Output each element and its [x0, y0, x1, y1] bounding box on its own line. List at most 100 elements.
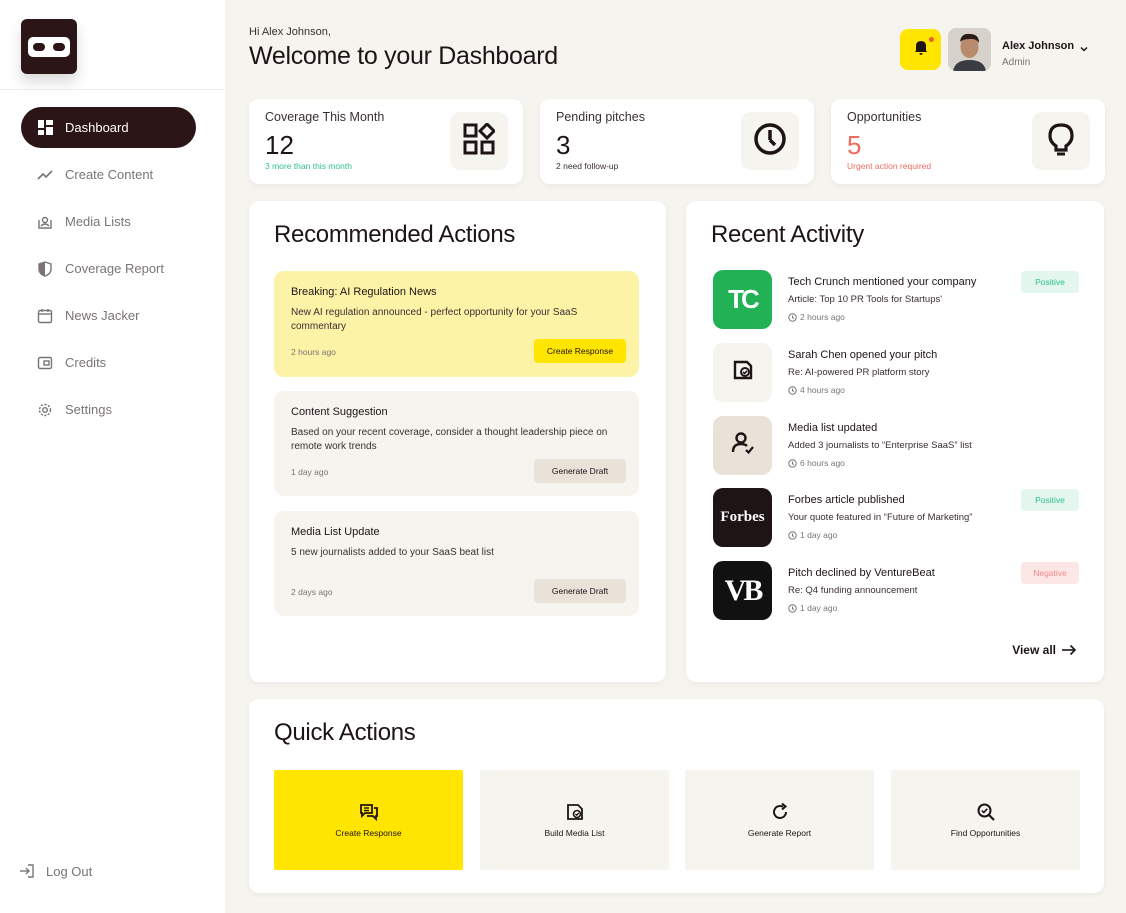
notification-dot [929, 37, 934, 42]
techcrunch-logo: TC [713, 270, 772, 329]
quick-action-generate-report[interactable]: Generate Report [685, 770, 874, 870]
app-logo[interactable] [21, 19, 77, 74]
logout-button[interactable]: Log Out [18, 862, 92, 880]
chevron-down-icon[interactable] [1078, 42, 1090, 54]
tag-check-icon [565, 802, 585, 822]
sidebar-item-coverage-report[interactable]: Coverage Report [21, 248, 196, 289]
activity-title: Pitch declined by VentureBeat [788, 567, 935, 579]
sidebar-item-create-content[interactable]: Create Content [21, 154, 196, 195]
recommended-item-desc: New AI regulation announced - perfect op… [291, 307, 578, 332]
sidebar-divider [0, 89, 225, 90]
notifications-button[interactable] [900, 29, 941, 70]
apps-grid-icon [463, 121, 497, 160]
recommended-item[interactable]: Breaking: AI Regulation News New AI regu… [274, 271, 639, 377]
stat-value: 12 [265, 130, 294, 160]
sidebar-item-label: Create Content [65, 167, 154, 182]
activity-title: Sarah Chen opened your pitch [788, 349, 938, 361]
quick-actions-panel: Quick Actions Create Response Build Medi… [249, 699, 1104, 893]
activity-time: 6 hours ago [788, 458, 845, 468]
sidebar-item-label: Settings [65, 402, 112, 417]
sidebar-item-label: Dashboard [65, 120, 129, 135]
stat-subtext: 2 need follow-up [556, 161, 619, 171]
activity-item[interactable]: Sarah Chen opened your pitch Re: AI-powe… [713, 343, 1079, 403]
user-check-icon [730, 430, 756, 461]
sidebar-item-credits[interactable]: Credits [21, 342, 196, 383]
sidebar-item-label: Coverage Report [65, 261, 164, 276]
stat-icon-box [450, 112, 508, 170]
stat-subtext: 3 more than this month [265, 161, 352, 171]
tag-check-icon [730, 357, 756, 388]
generate-draft-button[interactable]: Generate Draft [534, 459, 626, 483]
calendar-icon [37, 308, 53, 324]
logout-label: Log Out [46, 863, 93, 879]
recommended-item[interactable]: Content Suggestion Based on your recent … [274, 391, 639, 496]
stat-card-opportunities: Opportunities 5 Urgent action required [831, 99, 1105, 184]
sidebar: Dashboard Create Content Media Lists Cov… [0, 0, 225, 913]
sidebar-item-media-lists[interactable]: Media Lists [21, 201, 196, 242]
status-badge: Positive [1021, 271, 1079, 293]
stat-card-coverage: Coverage This Month 12 3 more than this … [249, 99, 523, 184]
recommended-actions-panel: Recommended Actions Breaking: AI Regulat… [249, 201, 666, 682]
stat-value: 3 [556, 130, 571, 160]
activity-desc: Your quote featured in “Future of Market… [788, 512, 973, 523]
activity-title: Media list updated [788, 422, 878, 434]
clock-icon [788, 312, 797, 322]
user-role: Admin [1002, 57, 1031, 68]
forbes-logo: Forbes [713, 488, 772, 547]
arrow-right-icon [1061, 644, 1077, 656]
stat-label: Pending pitches [556, 110, 645, 124]
quick-action-find-opportunities[interactable]: Find Opportunities [891, 770, 1080, 870]
stat-label: Coverage This Month [265, 110, 385, 124]
sidebar-nav: Dashboard Create Content Media Lists Cov… [21, 107, 196, 436]
recent-activity-panel: Recent Activity TC Tech Crunch mentioned… [686, 201, 1104, 682]
chat-icon [359, 802, 379, 822]
recommended-item[interactable]: Media List Update 5 new journalists adde… [274, 511, 639, 616]
panel-title: Recent Activity [711, 221, 864, 248]
bell-icon [912, 38, 930, 61]
page-title: Welcome to your Dashboard [249, 42, 558, 70]
quick-action-label: Create Response [335, 828, 402, 838]
stat-card-pending-pitches: Pending pitches 3 2 need follow-up [540, 99, 814, 184]
activity-desc: Re: Q4 funding announcement [788, 585, 918, 596]
quick-action-build-media-list[interactable]: Build Media List [480, 770, 669, 870]
quick-action-create-response[interactable]: Create Response [274, 770, 463, 870]
quick-action-label: Build Media List [544, 828, 605, 838]
activity-title: Tech Crunch mentioned your company [788, 276, 977, 288]
clock-icon [753, 122, 787, 161]
view-all-link[interactable]: View all [1012, 643, 1077, 657]
activity-item[interactable]: VB Pitch declined by VentureBeat Re: Q4 … [713, 561, 1079, 621]
avatar[interactable] [948, 28, 991, 71]
generate-draft-button[interactable]: Generate Draft [534, 579, 626, 603]
activity-desc: Article: Top 10 PR Tools for Startups' [788, 294, 943, 305]
activity-item[interactable]: TC Tech Crunch mentioned your company Ar… [713, 270, 1079, 330]
refresh-icon [770, 802, 790, 822]
sidebar-item-dashboard[interactable]: Dashboard [21, 107, 196, 148]
search-check-icon [976, 802, 996, 822]
activity-logo [713, 416, 772, 475]
activity-title: Forbes article published [788, 494, 905, 506]
activity-item[interactable]: Forbes Forbes article published Your quo… [713, 488, 1079, 548]
grid-icon [37, 120, 53, 136]
sidebar-item-news-jacker[interactable]: News Jacker [21, 295, 196, 336]
recommended-item-time: 1 day ago [291, 467, 329, 477]
activity-time: 1 day ago [788, 530, 837, 540]
user-name: Alex Johnson [1002, 40, 1075, 52]
stat-subtext: Urgent action required [847, 161, 932, 171]
shield-icon [37, 260, 53, 277]
trend-line-icon [37, 167, 53, 183]
sidebar-item-label: Media Lists [65, 214, 131, 229]
recommended-item-desc: Based on your recent coverage, consider … [291, 427, 608, 452]
sidebar-item-settings[interactable]: Settings [21, 389, 196, 430]
activity-item[interactable]: Media list updated Added 3 journalists t… [713, 416, 1079, 476]
activity-desc: Re: AI-powered PR platform story [788, 367, 930, 378]
clock-icon [788, 385, 797, 395]
stat-icon-box [741, 112, 799, 170]
clock-icon [788, 603, 797, 613]
create-response-button[interactable]: Create Response [534, 339, 626, 363]
stat-icon-box [1032, 112, 1090, 170]
venturebeat-logo: VB [713, 561, 772, 620]
quick-action-label: Find Opportunities [950, 828, 1021, 838]
activity-desc: Added 3 journalists to “Enterprise SaaS”… [788, 440, 972, 451]
sidebar-item-label: Credits [65, 355, 107, 370]
lightbulb-icon [1046, 122, 1076, 161]
